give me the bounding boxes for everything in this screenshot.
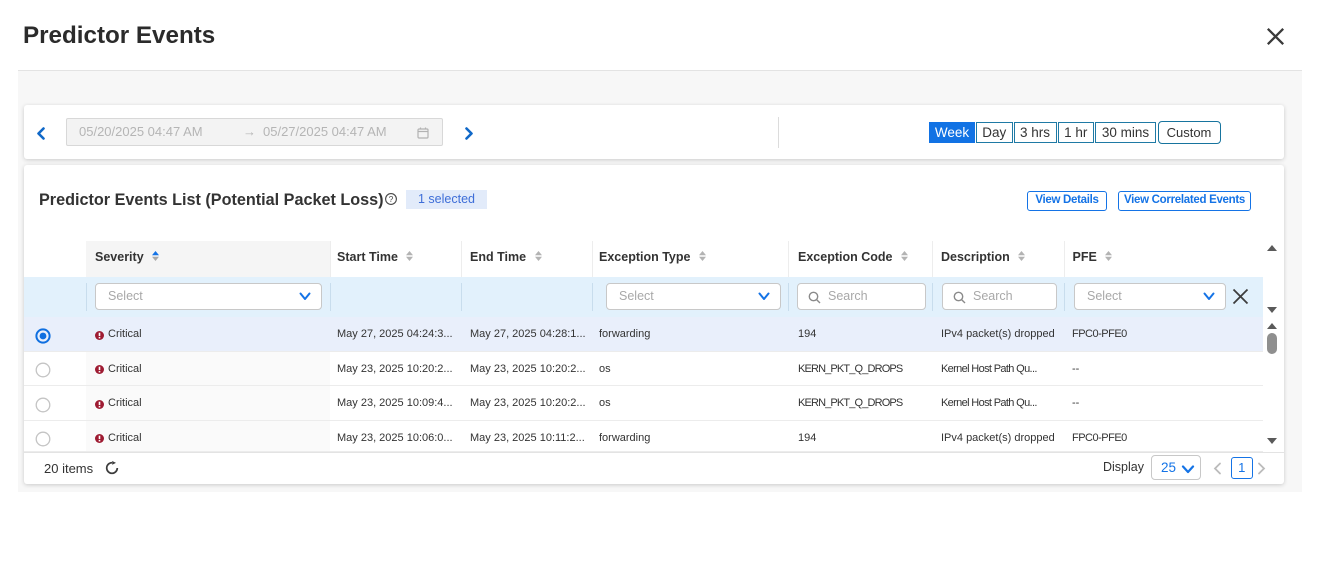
- svg-text:?: ?: [389, 194, 394, 204]
